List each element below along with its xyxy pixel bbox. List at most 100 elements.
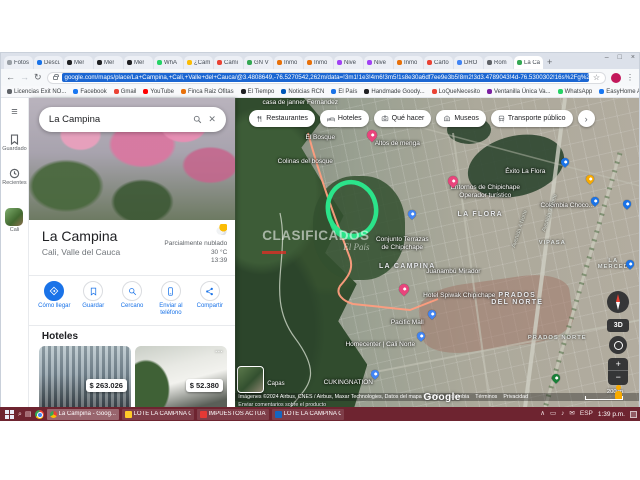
map-pin[interactable] (586, 175, 594, 183)
tray-volume-icon[interactable]: ♪ (561, 411, 564, 418)
hotel-card[interactable]: $ 263.026 (39, 346, 131, 408)
forward-button[interactable]: → (20, 73, 29, 82)
browser-tab[interactable]: Cami (214, 56, 243, 69)
notification-center-icon[interactable] (630, 411, 637, 418)
map-pin[interactable] (623, 200, 631, 208)
bookmark-item[interactable]: Noticias RCN (281, 89, 324, 95)
bookmark-item[interactable]: Facebook (73, 89, 106, 95)
browser-tab[interactable]: Nive (334, 56, 363, 69)
bookmark-item[interactable]: El Tiempo (241, 89, 275, 95)
browser-tab[interactable]: Mer (94, 56, 123, 69)
taskbar-button[interactable]: La Campina - Goog... (47, 409, 119, 420)
bookmark-item[interactable]: Gmail (114, 89, 137, 95)
map-pin[interactable] (417, 332, 425, 340)
map-pin[interactable] (371, 370, 379, 378)
map-pin[interactable] (367, 130, 377, 140)
tray-language-indicator[interactable]: ESP (580, 411, 593, 418)
attribution-link[interactable]: Privacidad (503, 394, 528, 400)
maximize-button[interactable]: □ (618, 54, 622, 61)
menu-hamburger-icon[interactable]: ≡ (1, 106, 28, 118)
map-pin[interactable] (561, 158, 569, 166)
browser-tab[interactable]: Descu (34, 56, 63, 69)
taskbar-button[interactable]: LOTE LA CAMPIÑA C... (272, 409, 344, 420)
browser-tab[interactable]: ¿Cám (184, 56, 213, 69)
browser-tab[interactable]: WhA (154, 56, 183, 69)
zoom-out-button[interactable]: − (608, 371, 628, 384)
send-to-phone-button[interactable]: Enviar al teléfono (152, 279, 190, 323)
browser-tab[interactable]: Nive (364, 56, 393, 69)
browser-tab[interactable]: Inmo (304, 56, 333, 69)
map-pin[interactable] (399, 284, 409, 294)
taskbar-search-icon[interactable]: ⌕ (18, 411, 22, 418)
chips-more-button[interactable]: › (578, 110, 595, 127)
url-text[interactable]: google.com/maps/place/La+Campina,+Cali,+… (62, 73, 589, 82)
bookmark-item[interactable]: Handmade Goody... (364, 89, 424, 95)
map-pin[interactable] (626, 260, 634, 268)
chip-transit[interactable]: Transporte público (491, 110, 573, 127)
pegman-street-view[interactable] (612, 385, 624, 400)
chrome-taskbar-icon[interactable] (35, 410, 44, 419)
back-button[interactable]: ← (6, 73, 15, 82)
bookmark-item[interactable]: Licencias Exit NO... (7, 89, 66, 95)
browser-tab[interactable]: Inmo (274, 56, 303, 69)
close-icon[interactable]: ✕ (208, 114, 216, 125)
weather-widget[interactable]: Parcialmente nublado 30 °C 13:39 (164, 224, 227, 266)
attribution-link[interactable]: Términos (475, 394, 497, 400)
rail-item-saved[interactable]: Guardado (1, 134, 28, 152)
address-bar[interactable]: google.com/maps/place/La+Campina,+Cali,+… (47, 72, 606, 84)
bookmark-item[interactable]: El País (331, 89, 357, 95)
tray-chevron-icon[interactable]: ∧ (540, 411, 545, 418)
tray-mail-icon[interactable]: ✉ (569, 411, 574, 418)
browser-tab[interactable]: GN V (244, 56, 273, 69)
search-box[interactable]: La Campina ✕ (39, 107, 226, 132)
taskbar-button[interactable]: LOTE LA CAMPIÑA C... (122, 409, 194, 420)
share-button[interactable]: Compartir (191, 279, 229, 323)
browser-tab[interactable]: DRO (454, 56, 483, 69)
browser-tab[interactable]: La Ca (514, 56, 543, 69)
tray-clock[interactable]: 1:39 p.m. (598, 411, 625, 418)
map-pin[interactable] (448, 176, 458, 186)
bookmark-item[interactable]: WhatsApp (558, 89, 593, 95)
tray-display-icon[interactable]: ▭ (550, 411, 556, 418)
3d-toggle-button[interactable]: 3D (607, 319, 629, 332)
map-canvas[interactable]: casa de janner Fernandez Restaurantes Ho… (235, 98, 639, 408)
chip-things-to-do[interactable]: Qué hacer (374, 110, 432, 127)
map-pin[interactable] (428, 310, 436, 318)
map-pin[interactable] (591, 197, 599, 205)
minimize-button[interactable]: – (605, 54, 609, 61)
map-pin[interactable] (408, 210, 416, 218)
hotel-card[interactable]: ⋯ $ 52.380 (135, 346, 227, 408)
browser-tab[interactable]: Mer (124, 56, 153, 69)
close-button[interactable]: × (631, 54, 635, 61)
chip-hotels[interactable]: Hoteles (320, 110, 369, 127)
rail-profile-thumbnail[interactable] (5, 208, 23, 226)
taskbar-button[interactable]: IMPUESTOS ACTUAL... (197, 409, 269, 420)
nearby-button[interactable]: Cercano (113, 279, 151, 323)
start-button[interactable] (3, 408, 15, 420)
zoom-in-button[interactable]: + (608, 358, 628, 371)
task-view-icon[interactable]: ▤ (25, 411, 32, 418)
bookmark-item[interactable]: EasyHome Agenda... (599, 89, 639, 95)
bookmark-item[interactable]: Finca Raiz Ofitas (181, 89, 234, 95)
card-menu-icon[interactable]: ⋯ (215, 347, 223, 356)
reload-button[interactable]: ↻ (34, 73, 42, 82)
browser-tab[interactable]: Rom (484, 56, 513, 69)
browser-tab[interactable]: Mer (64, 56, 93, 69)
directions-button[interactable]: Cómo llegar (35, 279, 73, 323)
search-icon[interactable] (193, 115, 202, 124)
bookmark-item[interactable]: Ventanilla Única Va... (487, 89, 551, 95)
bookmark-item[interactable]: YouTube (143, 89, 174, 95)
new-tab-button[interactable]: + (547, 56, 552, 69)
layers-thumbnail[interactable] (237, 366, 264, 393)
browser-tab[interactable]: Carto (424, 56, 453, 69)
map-pin[interactable] (552, 374, 560, 382)
chip-museums[interactable]: Museos (436, 110, 486, 127)
profile-avatar[interactable] (611, 73, 621, 83)
rail-item-recents[interactable]: Recientes (1, 168, 28, 186)
browser-menu-icon[interactable]: ⋮ (626, 73, 634, 82)
chip-restaurants[interactable]: Restaurantes (249, 110, 315, 127)
browser-tab[interactable]: Fotos (4, 56, 33, 69)
save-button[interactable]: Guardar (74, 279, 112, 323)
bookmark-item[interactable]: LoQueNecesito (432, 89, 480, 95)
search-input[interactable]: La Campina (49, 114, 187, 125)
